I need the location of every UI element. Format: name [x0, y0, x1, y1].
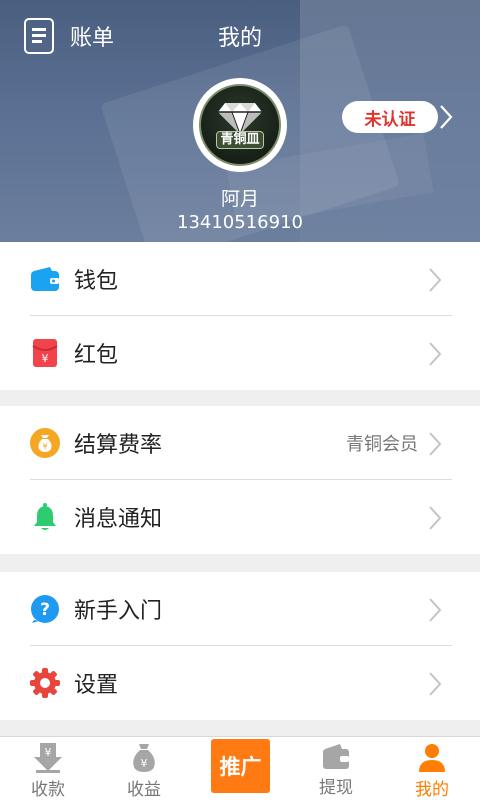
menu-item-label: 结算费率 — [74, 433, 163, 458]
bill-icon — [24, 18, 54, 54]
tab-mine[interactable]: 我的 — [384, 737, 480, 800]
menu-item-red-packet[interactable]: ¥ 红包 — [0, 316, 480, 390]
svg-text:¥: ¥ — [141, 757, 148, 770]
chevron-right-icon — [429, 268, 442, 292]
profile-header: 账单 我的 青铜皿 未认证 阿月 13410516910 — [0, 0, 480, 255]
menu-group-account: ¥ 结算费率 青铜会员 消息通知 — [0, 406, 480, 554]
tab-withdraw[interactable]: 提现 — [288, 737, 384, 800]
tab-label: 提现 — [319, 778, 353, 798]
question-icon: ? — [30, 594, 60, 624]
menu-item-label: 消息通知 — [74, 507, 163, 532]
member-level-value: 青铜会员 — [346, 434, 418, 455]
tab-promote-button[interactable]: 推广 — [211, 739, 270, 793]
menu-item-label: 红包 — [74, 343, 119, 368]
diamond-icon — [218, 103, 262, 135]
menu-item-settlement-rate[interactable]: ¥ 结算费率 青铜会员 — [0, 406, 480, 480]
member-level-badge: 青铜皿 — [199, 84, 281, 166]
avatar[interactable]: 青铜皿 — [193, 78, 287, 172]
money-bag-icon: ¥ — [30, 428, 60, 458]
bell-icon — [30, 502, 60, 532]
receive-icon: ¥ — [34, 743, 62, 773]
menu-item-wallet[interactable]: 钱包 — [0, 242, 480, 316]
tab-label: 收益 — [127, 780, 161, 800]
bill-label: 账单 — [70, 26, 115, 51]
menu-item-notifications[interactable]: 消息通知 — [0, 480, 480, 554]
svg-text:¥: ¥ — [42, 352, 49, 365]
svg-text:¥: ¥ — [45, 746, 52, 759]
level-badge-text: 青铜皿 — [216, 131, 264, 149]
withdraw-wallet-icon — [323, 744, 349, 769]
chevron-right-icon[interactable] — [438, 103, 454, 131]
menu-item-label: 设置 — [74, 673, 119, 698]
tab-label: 收款 — [31, 780, 65, 800]
user-phone: 13410516910 — [177, 212, 303, 233]
chevron-right-icon — [429, 342, 442, 366]
tab-income[interactable]: ¥ 收益 — [96, 737, 192, 800]
chevron-right-icon — [429, 432, 442, 456]
income-bag-icon: ¥ — [133, 744, 155, 772]
bill-button[interactable]: 账单 — [24, 18, 114, 54]
red-packet-icon: ¥ — [30, 338, 60, 368]
chevron-right-icon — [429, 672, 442, 696]
tab-label: 我的 — [415, 780, 449, 800]
chevron-right-icon — [429, 598, 442, 622]
chevron-right-icon — [429, 506, 442, 530]
svg-text:?: ? — [40, 600, 50, 620]
menu-group-wallet: 钱包 ¥ 红包 — [0, 242, 480, 390]
verify-status-button[interactable]: 未认证 — [342, 101, 438, 133]
svg-text:¥: ¥ — [42, 442, 47, 451]
menu-item-label: 新手入门 — [74, 599, 163, 624]
profile-icon — [419, 744, 445, 772]
gear-icon — [30, 668, 60, 698]
tab-receive[interactable]: ¥ 收款 — [0, 737, 96, 800]
menu-item-settings[interactable]: 设置 — [0, 646, 480, 720]
user-name: 阿月 — [220, 188, 259, 210]
menu-item-label: 钱包 — [74, 269, 119, 294]
wallet-icon — [30, 264, 60, 294]
menu-item-beginner-guide[interactable]: ? 新手入门 — [0, 572, 480, 646]
menu-group-help: ? 新手入门 设置 — [0, 572, 480, 720]
